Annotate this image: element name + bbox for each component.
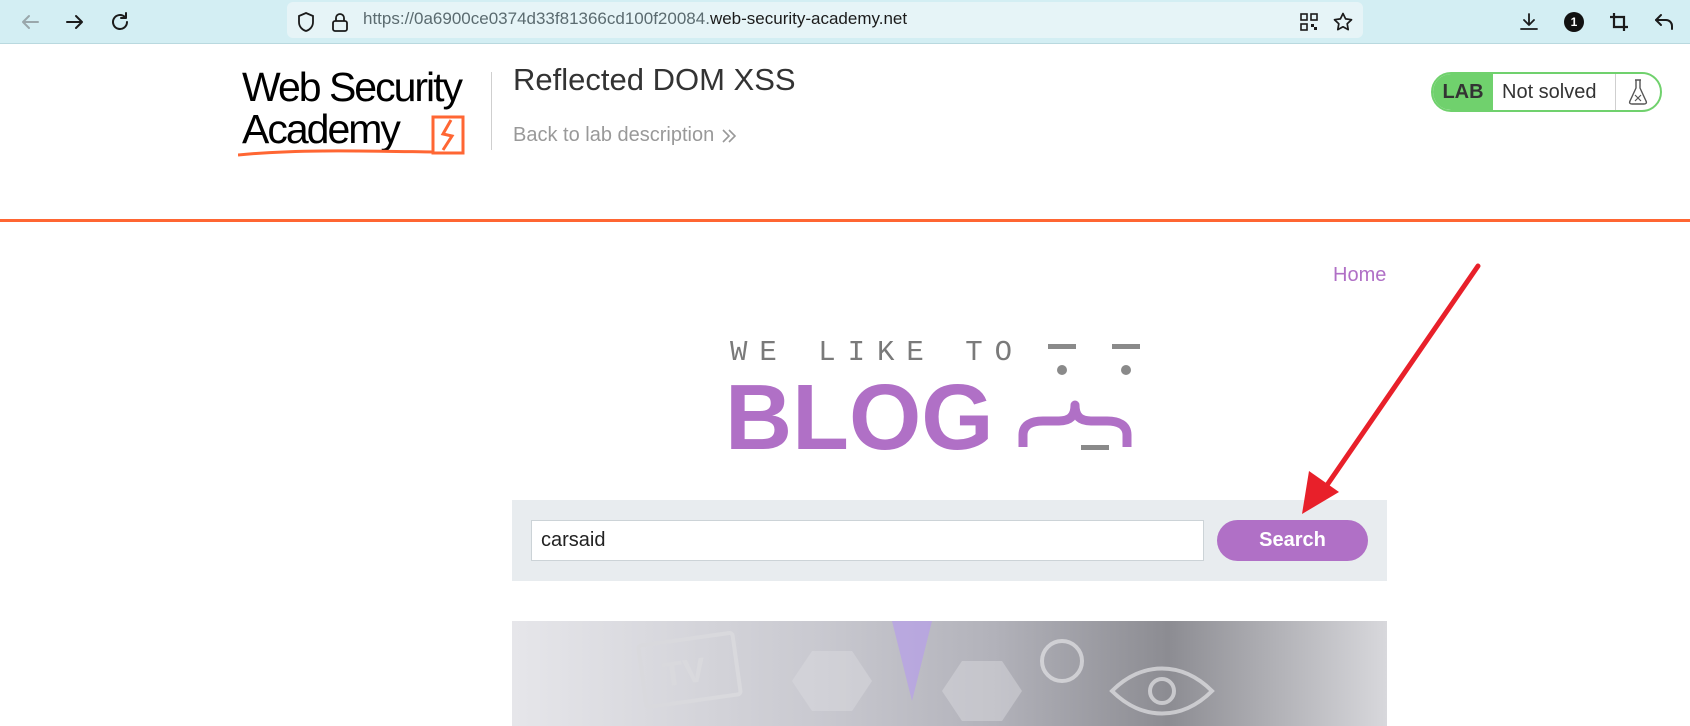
download-icon[interactable] xyxy=(1513,6,1545,38)
forward-arrow-icon[interactable] xyxy=(59,6,91,38)
url-text[interactable]: https://0a6900ce0374d33f81366cd100f20084… xyxy=(363,9,907,29)
lab-status-text: Not solved xyxy=(1502,80,1597,103)
tracking-shield-icon[interactable] xyxy=(290,6,322,38)
logo-bolt-icon xyxy=(440,119,455,151)
blog-post-image[interactable]: TV xyxy=(512,621,1387,726)
crop-icon[interactable] xyxy=(1603,6,1635,38)
extensions-badge-icon[interactable]: 1 xyxy=(1558,6,1590,38)
back-to-lab-link[interactable]: Back to lab description xyxy=(513,124,738,147)
browser-toolbar: https://0a6900ce0374d33f81366cd100f20084… xyxy=(0,0,1690,44)
back-to-lab-label: Back to lab description xyxy=(513,124,715,146)
search-button[interactable]: Search xyxy=(1217,520,1368,561)
blog-banner: WE LIKE TO BLOG xyxy=(725,330,1175,469)
undo-back-icon[interactable] xyxy=(1648,6,1680,38)
svg-text:TV: TV xyxy=(660,651,709,695)
search-input[interactable]: carsaid xyxy=(531,520,1204,561)
back-arrow-icon[interactable] xyxy=(14,6,46,38)
lab-title: Reflected DOM XSS xyxy=(513,62,796,97)
extensions-badge-count: 1 xyxy=(1564,12,1584,32)
url-domain: web-security-academy.net xyxy=(709,9,908,28)
lab-badge: LAB xyxy=(1433,74,1493,110)
url-prefix: https://0a6900ce0374d33f81366cd100f20084… xyxy=(363,9,710,28)
banner-blog-text: BLOG xyxy=(725,365,994,460)
lock-icon[interactable] xyxy=(324,6,356,38)
header-divider xyxy=(491,72,492,150)
qr-code-icon[interactable] xyxy=(1293,6,1325,38)
logo-underline xyxy=(237,149,435,157)
home-link[interactable]: Home xyxy=(1333,264,1386,287)
web-security-academy-logo[interactable]: Web Security Academy xyxy=(237,64,490,163)
logo-line-2: Academy xyxy=(242,106,401,152)
logo-line-1: Web Security xyxy=(242,67,464,110)
reload-icon[interactable] xyxy=(104,6,136,38)
bookmark-star-icon[interactable] xyxy=(1327,6,1359,38)
double-chevron-right-icon xyxy=(722,128,737,143)
lab-status-widget: LAB Not solved xyxy=(1431,72,1662,112)
flask-icon xyxy=(1615,74,1660,110)
banner-face-icon xyxy=(1018,344,1140,450)
